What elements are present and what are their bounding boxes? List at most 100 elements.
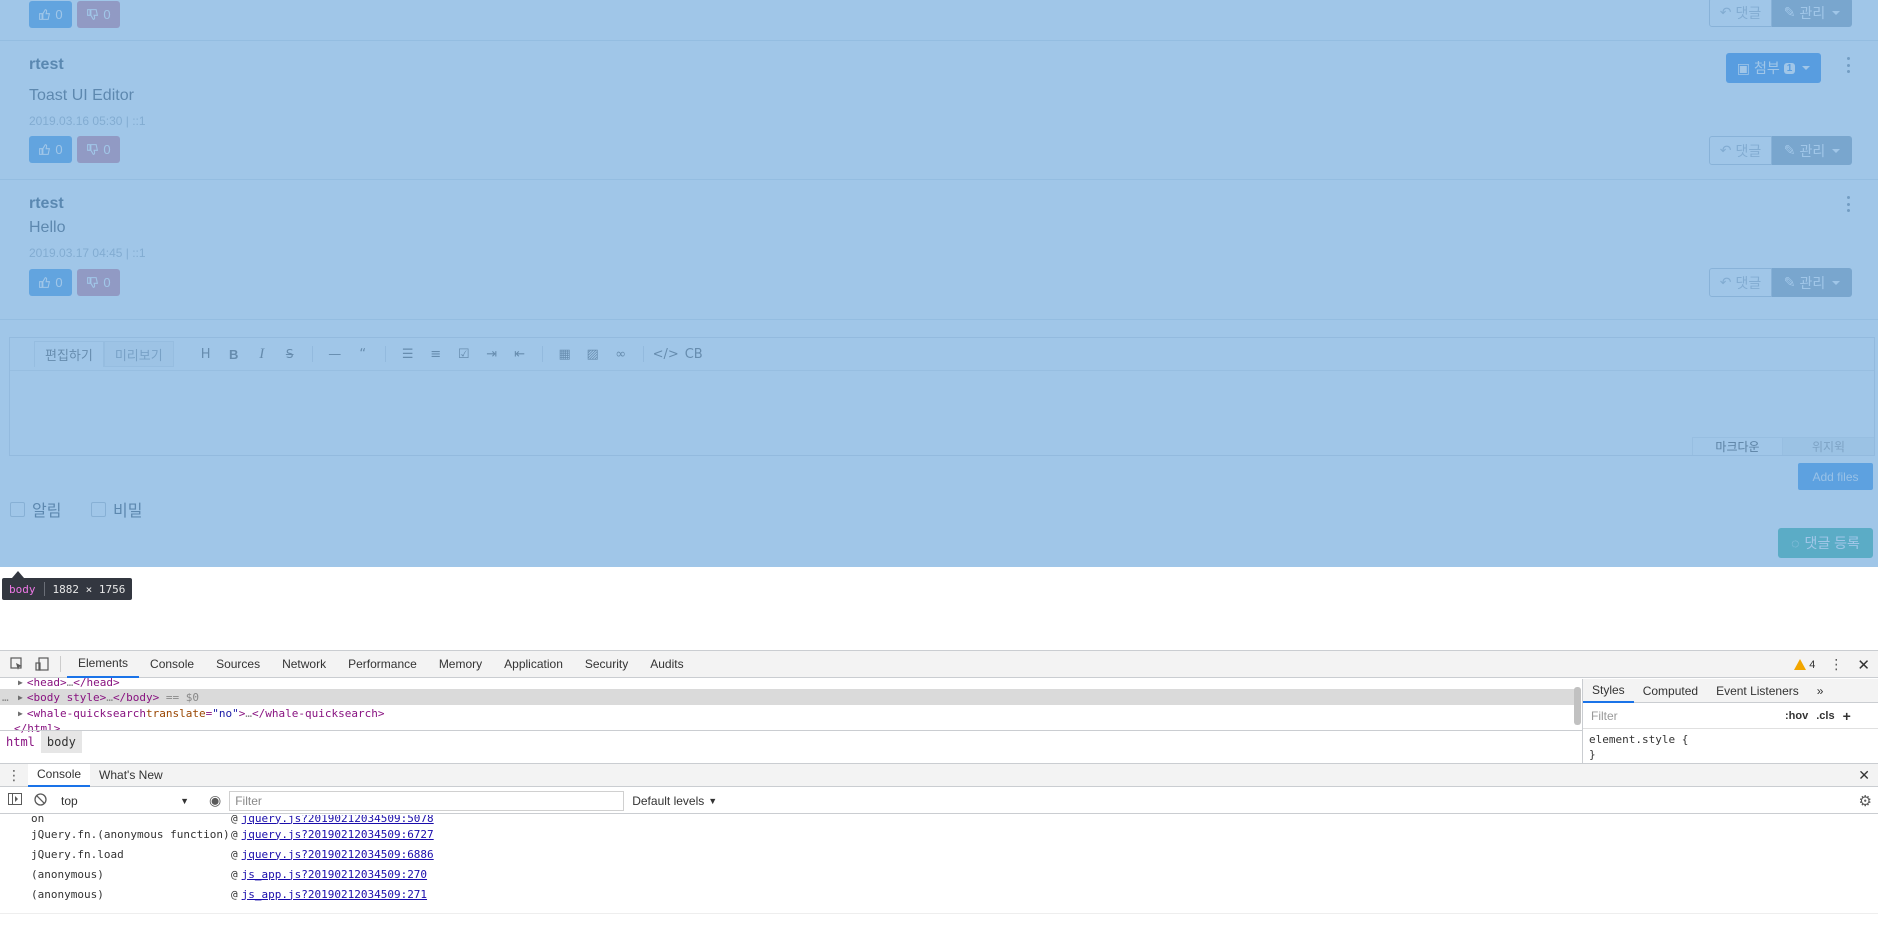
tab-styles[interactable]: Styles bbox=[1583, 679, 1634, 703]
dom-ellipsis: … bbox=[106, 690, 113, 704]
warning-counter[interactable]: 4 bbox=[1794, 659, 1815, 671]
comment-item: 0 0 ↶ 댓글 ✎ 관리 bbox=[0, 0, 1878, 41]
tab-preview[interactable]: 미리보기 bbox=[103, 341, 174, 367]
trace-source-link[interactable]: jquery.js?20190212034509:6886 bbox=[242, 848, 434, 861]
comment-meta: 2019.03.17 04:45 | ::1 bbox=[29, 246, 146, 260]
element-style-rule[interactable]: element.style { } bbox=[1583, 729, 1878, 765]
dislike-button[interactable]: 0 bbox=[77, 269, 120, 296]
styles-filter-row: Filter :hov .cls + bbox=[1583, 703, 1878, 729]
comment-text: Hello bbox=[29, 219, 66, 236]
submit-comment-button[interactable]: ◌ 댓글 등록 bbox=[1778, 528, 1873, 558]
attach-button[interactable]: ▣ 첨부 1 bbox=[1726, 53, 1821, 83]
reply-button[interactable]: ↶ 댓글 bbox=[1709, 136, 1772, 165]
tab-edit[interactable]: 편집하기 bbox=[34, 341, 104, 367]
elements-scrollbar[interactable] bbox=[1574, 687, 1581, 725]
bullet-list-icon[interactable]: ☰ bbox=[394, 341, 422, 367]
log-levels-dropdown[interactable]: Default levels ▼ bbox=[632, 794, 717, 808]
inspect-element-icon[interactable] bbox=[9, 656, 25, 672]
blockquote-icon[interactable]: “ bbox=[349, 341, 377, 367]
manage-button[interactable]: ✎ 관리 bbox=[1772, 0, 1852, 27]
class-toggle[interactable]: .cls bbox=[1816, 710, 1834, 722]
editor-textarea[interactable] bbox=[10, 371, 1874, 437]
tab-event-listeners[interactable]: Event Listeners bbox=[1707, 679, 1808, 703]
table-icon[interactable]: ▦ bbox=[551, 341, 579, 367]
close-drawer-icon[interactable]: ✕ bbox=[1858, 767, 1870, 784]
more-menu-icon[interactable] bbox=[1844, 196, 1852, 212]
elements-tree: ▶ <head>… </head> … ▶ <body style>… </body>… bbox=[0, 676, 1583, 771]
like-button[interactable]: 0 bbox=[29, 136, 72, 163]
devtools-menu-icon[interactable]: ⋮ bbox=[1829, 656, 1843, 673]
numbered-list-icon[interactable]: ≡ bbox=[422, 341, 450, 367]
expand-arrow-icon[interactable]: ▶ bbox=[18, 678, 23, 687]
console-settings-gear-icon[interactable]: ⚙ bbox=[1859, 792, 1872, 810]
console-input[interactable] bbox=[0, 913, 1878, 915]
device-toolbar-icon[interactable] bbox=[34, 656, 50, 672]
dom-node-menu-icon[interactable]: … bbox=[0, 691, 18, 704]
close-devtools-icon[interactable]: ✕ bbox=[1857, 656, 1870, 674]
trace-source-link[interactable]: jquery.js?20190212034509:6727 bbox=[242, 828, 434, 841]
stack-trace-line: (anonymous) @ js_app.js?20190212034509:271 bbox=[31, 886, 427, 902]
dom-open-tag: <head> bbox=[26, 675, 67, 689]
bold-icon[interactable]: B bbox=[220, 341, 248, 367]
drawer-tab-console[interactable]: Console bbox=[28, 763, 91, 787]
expand-arrow-icon[interactable]: ▶ bbox=[18, 709, 23, 718]
dislike-button[interactable]: 0 bbox=[77, 136, 120, 163]
breadcrumb-html[interactable]: html bbox=[0, 731, 41, 753]
task-list-icon[interactable]: ☑ bbox=[450, 341, 478, 367]
notify-label: 알림 bbox=[32, 503, 62, 520]
trace-source-link[interactable]: js_app.js?20190212034509:271 bbox=[242, 888, 427, 901]
heading-icon[interactable]: H bbox=[192, 341, 220, 367]
manage-button[interactable]: ✎ 관리 bbox=[1772, 268, 1852, 297]
horizontal-rule-icon[interactable]: — bbox=[321, 341, 349, 367]
more-menu-icon[interactable] bbox=[1844, 57, 1852, 73]
styles-filter-input[interactable]: Filter bbox=[1587, 706, 1777, 725]
italic-icon[interactable]: I bbox=[248, 341, 276, 367]
outdent-icon[interactable]: ⇤ bbox=[506, 341, 534, 367]
reply-button[interactable]: ↶ 댓글 bbox=[1709, 0, 1772, 27]
more-tabs-icon[interactable]: » bbox=[1808, 679, 1833, 703]
strikethrough-icon[interactable]: S bbox=[276, 341, 304, 367]
manage-button[interactable]: ✎ 관리 bbox=[1772, 136, 1852, 165]
codeblock-icon[interactable]: CB bbox=[680, 341, 708, 367]
reply-icon: ↶ bbox=[1719, 142, 1732, 158]
notify-checkbox[interactable]: 알림 bbox=[10, 497, 61, 521]
trace-source-link[interactable]: jquery.js?20190212034509:5078 bbox=[242, 815, 434, 825]
expand-arrow-icon[interactable]: ▶ bbox=[18, 693, 23, 702]
image-icon[interactable]: ▨ bbox=[579, 341, 607, 367]
clear-console-icon[interactable] bbox=[34, 792, 47, 809]
dislike-button[interactable]: 0 bbox=[77, 1, 120, 28]
dom-node-quicksearch[interactable]: ▶ < whale-quicksearch translate = "no" >… </w… bbox=[0, 705, 1575, 721]
toolbar-divider bbox=[311, 346, 313, 362]
reply-button[interactable]: ↶ 댓글 bbox=[1709, 268, 1772, 297]
drawer-menu-icon[interactable]: ⋮ bbox=[0, 767, 28, 784]
secret-checkbox[interactable]: 비밀 bbox=[91, 497, 142, 521]
breadcrumb-body[interactable]: body bbox=[40, 730, 82, 753]
dom-node-body[interactable]: … ▶ <body style>… </body> == $0 bbox=[0, 689, 1575, 705]
toolbar-divider bbox=[642, 346, 644, 362]
sidebar-toggle-icon[interactable] bbox=[8, 793, 22, 808]
tab-computed[interactable]: Computed bbox=[1634, 679, 1707, 703]
context-selector[interactable]: top ▼ bbox=[55, 791, 195, 811]
new-rule-icon[interactable]: + bbox=[1843, 708, 1851, 724]
editor-toolbar: 편집하기 미리보기 H B I S — “ ☰ ≡ ☑ ⇥ ⇤ ▦ ▨ ∞ </… bbox=[10, 338, 1874, 371]
console-filter-input[interactable]: Filter bbox=[229, 790, 625, 811]
checkbox-box[interactable] bbox=[10, 501, 25, 517]
like-button[interactable]: 0 bbox=[29, 1, 72, 28]
trace-source-link[interactable]: js_app.js?20190212034509:270 bbox=[242, 868, 427, 881]
mode-wysiwyg[interactable]: 위지윅 bbox=[1782, 438, 1874, 455]
link-icon[interactable]: ∞ bbox=[607, 341, 635, 367]
trace-at: @ bbox=[231, 815, 238, 825]
hover-state-toggle[interactable]: :hov bbox=[1785, 710, 1808, 722]
code-icon[interactable]: </> bbox=[652, 341, 680, 367]
checkbox-box[interactable] bbox=[91, 501, 106, 517]
context-label: top bbox=[61, 793, 78, 808]
like-button[interactable]: 0 bbox=[29, 269, 72, 296]
live-expression-eye-icon[interactable]: ◉ bbox=[209, 792, 221, 809]
indent-icon[interactable]: ⇥ bbox=[478, 341, 506, 367]
mode-markdown[interactable]: 마크다운 bbox=[1692, 438, 1782, 455]
thumbs-up-icon bbox=[39, 277, 51, 288]
dom-node-head[interactable]: ▶ <head>… </head> bbox=[0, 674, 1575, 690]
add-files-button[interactable]: Add files bbox=[1798, 463, 1873, 490]
element-style-selector: element.style { bbox=[1589, 733, 1689, 746]
drawer-tab-whats-new[interactable]: What's New bbox=[90, 764, 172, 787]
